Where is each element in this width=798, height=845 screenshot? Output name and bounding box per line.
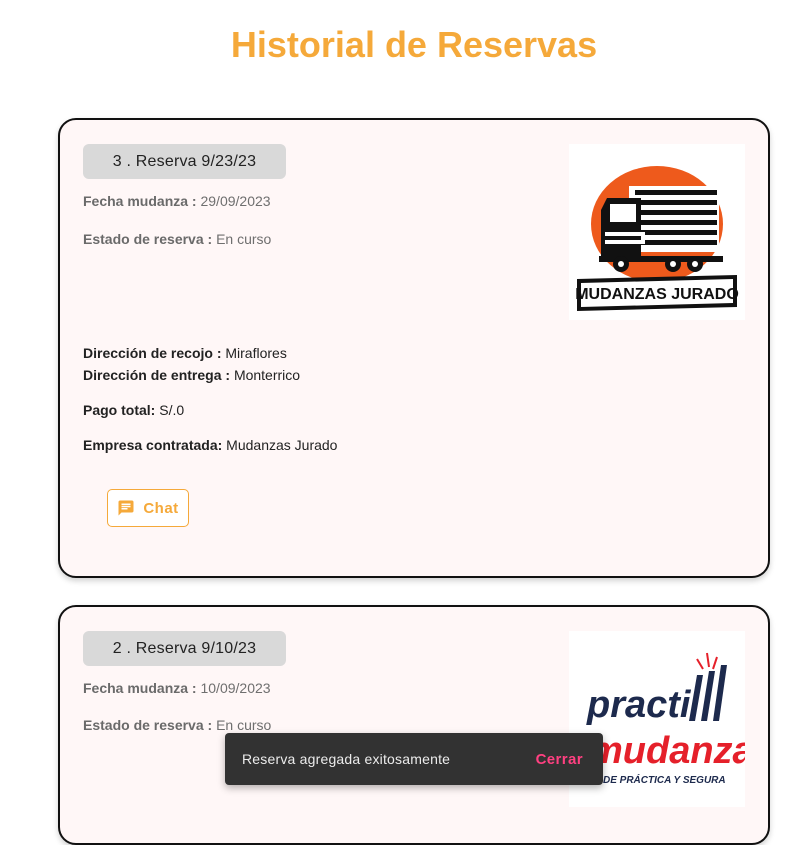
reservation-chip: 3 . Reserva 9/23/23 — [83, 144, 286, 179]
direccion-entrega-row: Dirección de entrega : Monterrico — [83, 367, 300, 383]
estado-reserva-label: Estado de reserva : — [83, 231, 213, 247]
direccion-entrega-label: Dirección de entrega : — [83, 367, 231, 383]
empresa-contratada-row: Empresa contratada: Mudanzas Jurado — [83, 437, 337, 453]
estado-reserva-value: En curso — [216, 717, 272, 733]
estado-reserva-row: Estado de reserva : En curso — [83, 717, 271, 733]
fecha-mudanza-value: 29/09/2023 — [200, 193, 271, 209]
pago-total-value: S/.0 — [159, 402, 185, 418]
logo-tagline: DE PRÁCTICA Y SEGURA — [603, 773, 726, 786]
page-title: Historial de Reservas — [230, 24, 598, 65]
fecha-mudanza-row: Fecha mudanza : 29/09/2023 — [83, 193, 271, 209]
reservation-card: 2 . Reserva 9/10/23 Fecha mudanza : 10/0… — [58, 605, 770, 845]
chat-button-label: Chat — [143, 499, 179, 517]
logo-text-bottom: mudanza — [589, 730, 745, 772]
chat-icon — [118, 500, 134, 516]
snackbar: Reserva agregada exitosamente Cerrar — [225, 733, 603, 785]
pago-total-label: Pago total: — [83, 402, 156, 418]
fecha-mudanza-label: Fecha mudanza : — [83, 193, 197, 209]
estado-reserva-value: En curso — [216, 231, 272, 247]
estado-reserva-label: Estado de reserva : — [83, 717, 213, 733]
fecha-mudanza-value: 10/09/2023 — [200, 680, 271, 696]
fecha-mudanza-label: Fecha mudanza : — [83, 680, 197, 696]
logo-text-top: practi — [586, 684, 692, 726]
fecha-mudanza-row: Fecha mudanza : 10/09/2023 — [83, 680, 271, 696]
direccion-recojo-label: Dirección de recojo : — [83, 345, 222, 361]
chat-button[interactable]: Chat — [107, 489, 189, 527]
pago-total-row: Pago total: S/.0 — [83, 402, 184, 418]
reservation-chip: 2 . Reserva 9/10/23 — [83, 631, 286, 666]
direccion-recojo-value: Miraflores — [225, 345, 287, 361]
company-logo-mudanzas-jurado: MUDANZAS JURADO — [569, 144, 745, 320]
direccion-entrega-value: Monterrico — [233, 367, 301, 383]
empresa-contratada-label: Empresa contratada: — [83, 437, 223, 453]
snackbar-message: Reserva agregada exitosamente — [242, 751, 451, 767]
empresa-contratada-value: Mudanzas Jurado — [226, 437, 338, 453]
snackbar-close-button[interactable]: Cerrar — [536, 751, 583, 768]
logo-text: MUDANZAS JURADO — [575, 286, 739, 303]
reservation-card: 3 . Reserva 9/23/23 Fecha mudanza : 29/0… — [58, 118, 770, 578]
estado-reserva-row: Estado de reserva : En curso — [83, 231, 271, 247]
direccion-recojo-row: Dirección de recojo : Miraflores — [83, 345, 287, 361]
